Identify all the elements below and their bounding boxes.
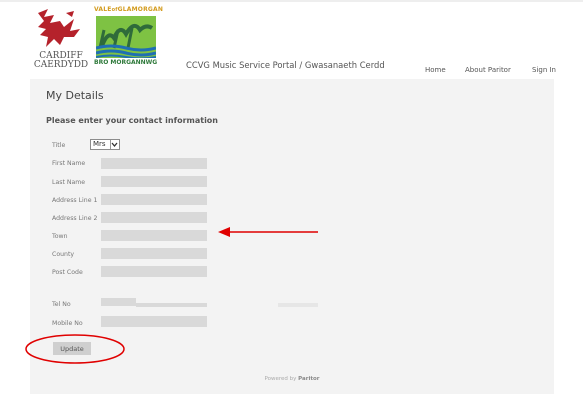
annotation-arrow-head [218, 227, 230, 237]
annotation-ellipse [25, 334, 125, 364]
annotation-overlay [25, 227, 318, 364]
